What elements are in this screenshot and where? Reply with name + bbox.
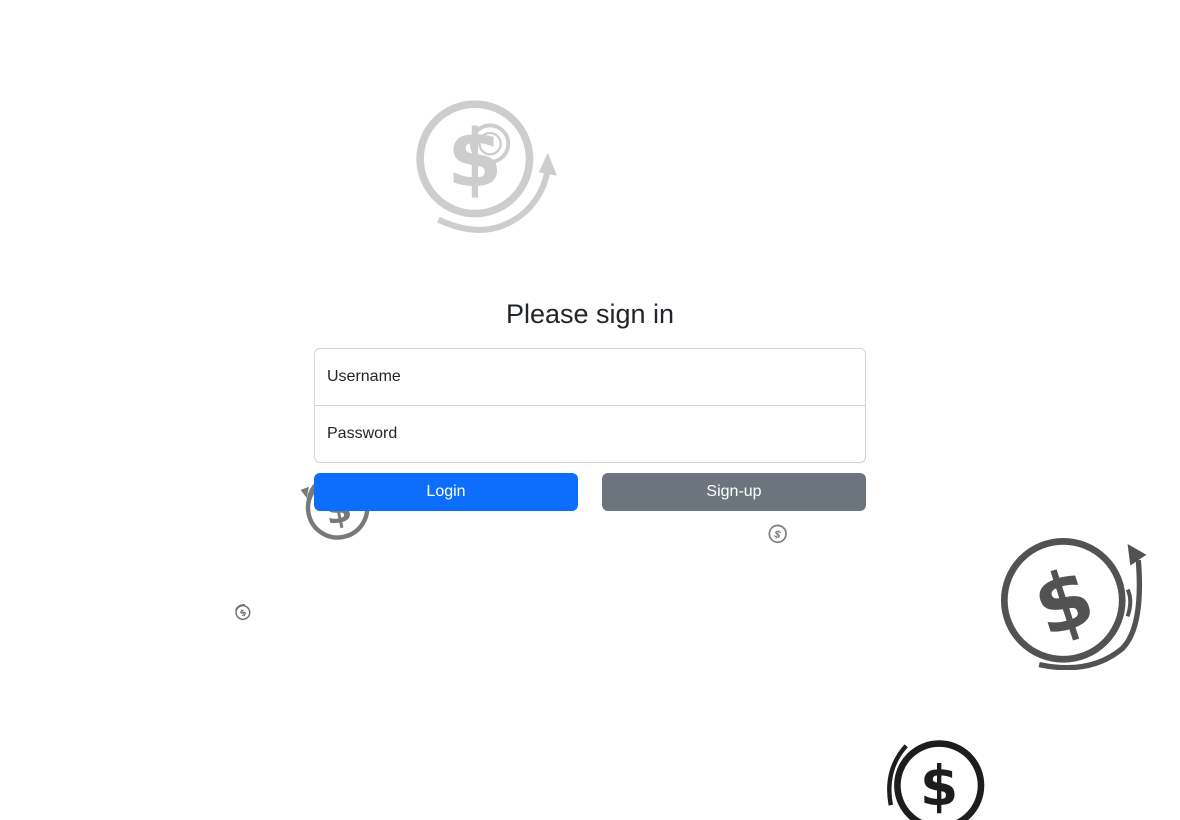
page-title: Please sign in [505, 299, 675, 329]
dollar-coin-arrow-icon: $ [998, 536, 1150, 670]
dollar-coin-arrow-icon: $ [231, 600, 256, 625]
svg-text:$: $ [920, 754, 958, 818]
password-input[interactable] [314, 405, 866, 463]
dollar-coin-arrow-icon: $ [882, 726, 992, 820]
username-input[interactable] [314, 348, 866, 406]
signup-button[interactable]: Sign-up [602, 473, 866, 511]
page: $ $ $ $ $ Please sign in Username Login … [0, 0, 1180, 820]
login-button[interactable]: Login [314, 473, 578, 511]
sign-in-form: Please sign in Login Sign-up [314, 296, 866, 511]
svg-text:$: $ [772, 528, 783, 542]
dollar-coin-arrow-icon: $ [406, 92, 568, 244]
button-row: Login Sign-up [314, 473, 866, 511]
svg-text:$: $ [1023, 548, 1105, 655]
dollar-coin-arrow-icon: $ [764, 519, 792, 547]
